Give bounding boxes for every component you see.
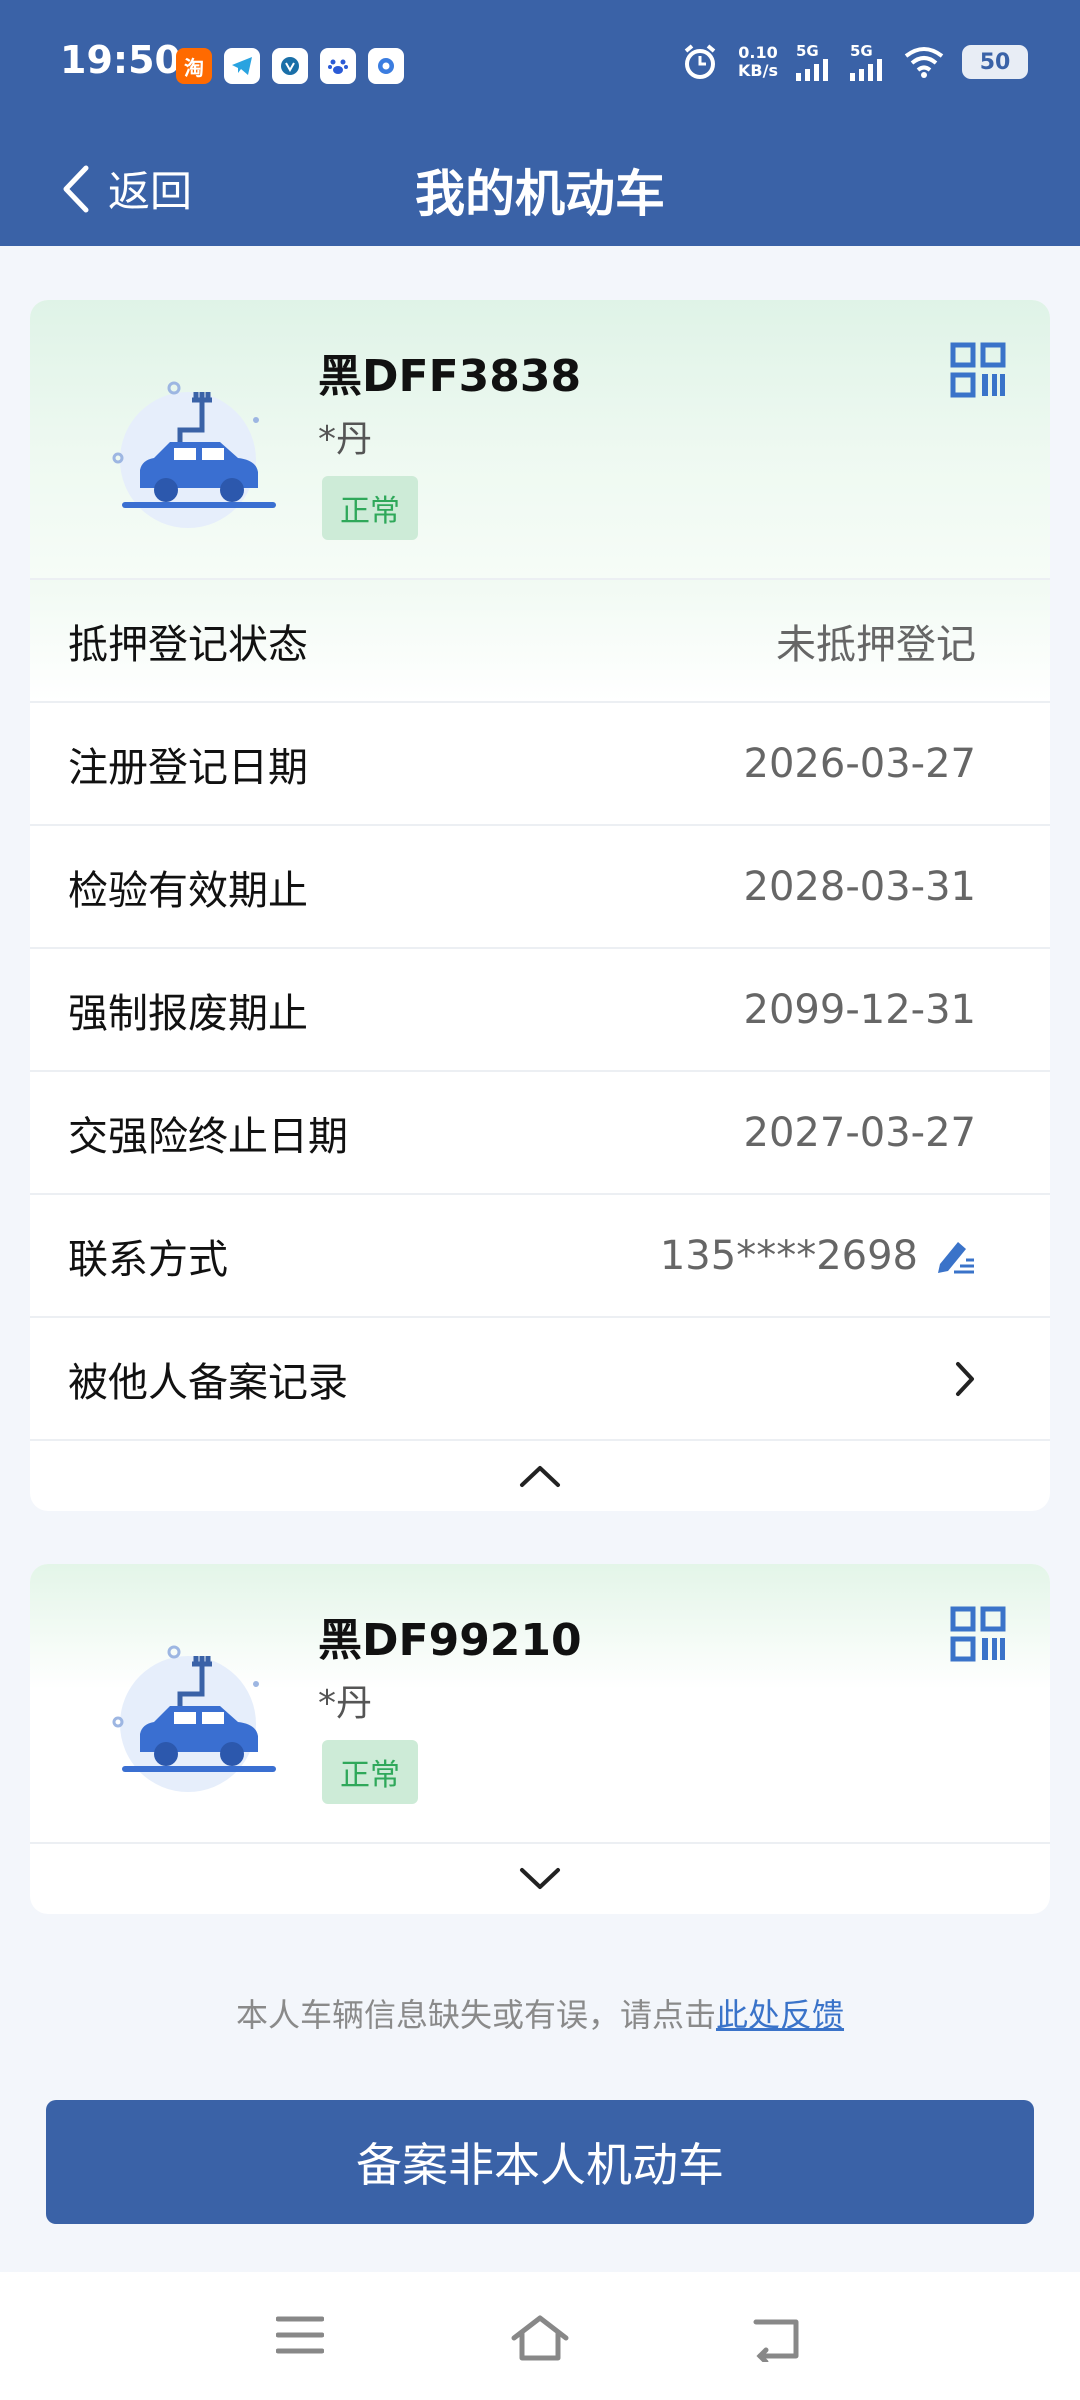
alarm-icon <box>684 44 716 79</box>
chevron-down-icon <box>520 1868 560 1889</box>
row-label: 抵押登记状态 <box>68 621 308 668</box>
home-icon[interactable] <box>510 2314 570 2362</box>
chevron-up-icon <box>520 1466 560 1487</box>
back-label: 返回 <box>108 167 193 216</box>
status-badge: 正常 <box>322 1740 418 1804</box>
status-right: 0.10 KB/s 5G 5G 50 <box>680 42 1028 82</box>
vehicle-card: 黑DF99210 *丹 正常 <box>30 1564 1050 1914</box>
baidu-icon <box>320 48 356 84</box>
feedback-link[interactable]: 此处反馈 <box>716 1996 844 2034</box>
chevron-left-icon <box>63 165 89 212</box>
vehicle-card-header[interactable]: 黑DFF3838 *丹 正常 <box>30 300 1050 578</box>
vehicle-card-header[interactable]: 黑DF99210 *丹 正常 <box>30 1564 1050 1842</box>
menu-icon[interactable] <box>276 2314 324 2356</box>
status-bar: 19:50 淘 0.10 KB/s 5G 5G 50 <box>0 30 1080 106</box>
signal-2: 5G <box>850 41 886 81</box>
back-nav-icon[interactable] <box>752 2314 804 2362</box>
row-label: 注册登记日期 <box>68 744 308 791</box>
signal-1-label: 5G <box>796 41 819 60</box>
info-row-registration-date: 注册登记日期 2026-03-27 <box>30 701 1050 824</box>
feedback-text: 本人车辆信息缺失或有误，请点击此处反馈 <box>0 1990 1080 2036</box>
qr-code-icon[interactable] <box>950 342 1006 398</box>
register-other-vehicle-button[interactable]: 备案非本人机动车 <box>46 2100 1034 2224</box>
vehicle-card: 黑DFF3838 *丹 正常 抵押登记状态 未抵押登记 注册登记日期 2026-… <box>30 300 1050 1511</box>
telegram-icon <box>224 48 260 84</box>
battery-indicator: 50 <box>962 45 1028 79</box>
feedback-prompt: 本人车辆信息缺失或有误，请点击 <box>235 1996 716 2034</box>
net-speed-unit: KB/s <box>738 61 778 80</box>
edit-icon[interactable] <box>934 1236 976 1276</box>
app-icon <box>272 48 308 84</box>
status-time: 19:50 <box>60 38 181 82</box>
row-label: 强制报废期止 <box>68 990 308 1037</box>
info-row-mortgage: 抵押登记状态 未抵押登记 <box>30 578 1050 701</box>
row-label: 交强险终止日期 <box>68 1113 348 1160</box>
status-badge: 正常 <box>322 476 418 540</box>
row-label: 联系方式 <box>68 1236 228 1283</box>
row-label: 被他人备案记录 <box>68 1359 348 1406</box>
info-row-contact: 联系方式 135****2698 <box>30 1193 1050 1316</box>
plate-number: 黑DF99210 <box>318 1615 582 1666</box>
info-row-scrap-date: 强制报废期止 2099-12-31 <box>30 947 1050 1070</box>
row-value: 2099-12-31 <box>743 986 976 1033</box>
app2-icon <box>368 48 404 84</box>
expand-button[interactable] <box>30 1842 1050 1914</box>
signal-1: 5G <box>796 41 832 81</box>
contact-phone: 135****2698 <box>659 1232 918 1279</box>
signal-icon <box>796 58 828 81</box>
chevron-right-icon <box>956 1361 974 1396</box>
system-nav-bar <box>0 2272 1080 2400</box>
row-value: 未抵押登记 <box>776 621 976 668</box>
owner-name: *丹 <box>318 419 373 460</box>
signal-icon <box>850 58 882 81</box>
row-label: 检验有效期止 <box>68 867 308 914</box>
row-value-wrap: 135****2698 <box>660 1233 976 1279</box>
electric-car-icon <box>112 381 276 528</box>
plate-number: 黑DFF3838 <box>318 351 582 402</box>
wifi-icon <box>904 47 944 78</box>
qr-code-icon[interactable] <box>950 1606 1006 1662</box>
taobao-icon: 淘 <box>176 48 212 84</box>
info-row-records[interactable]: 被他人备案记录 <box>30 1316 1050 1439</box>
info-row-inspection-expiry: 检验有效期止 2028-03-31 <box>30 824 1050 947</box>
net-speed: 0.10 KB/s <box>738 44 778 80</box>
app-header: 19:50 淘 0.10 KB/s 5G 5G 50 我的机动车 返回 <box>0 0 1080 246</box>
signal-2-label: 5G <box>850 41 873 60</box>
electric-car-icon <box>112 1645 276 1792</box>
net-speed-value: 0.10 <box>738 43 778 62</box>
back-button[interactable]: 返回 <box>60 158 192 219</box>
collapse-button[interactable] <box>30 1439 1050 1511</box>
nav-bar: 我的机动车 返回 <box>0 140 1080 230</box>
row-value: 2028-03-31 <box>743 863 976 910</box>
owner-name: *丹 <box>318 1683 373 1724</box>
row-value: 2027-03-27 <box>743 1109 976 1156</box>
notification-icons: 淘 <box>176 48 404 84</box>
info-row-insurance-expiry: 交强险终止日期 2027-03-27 <box>30 1070 1050 1193</box>
row-value: 2026-03-27 <box>743 740 976 787</box>
